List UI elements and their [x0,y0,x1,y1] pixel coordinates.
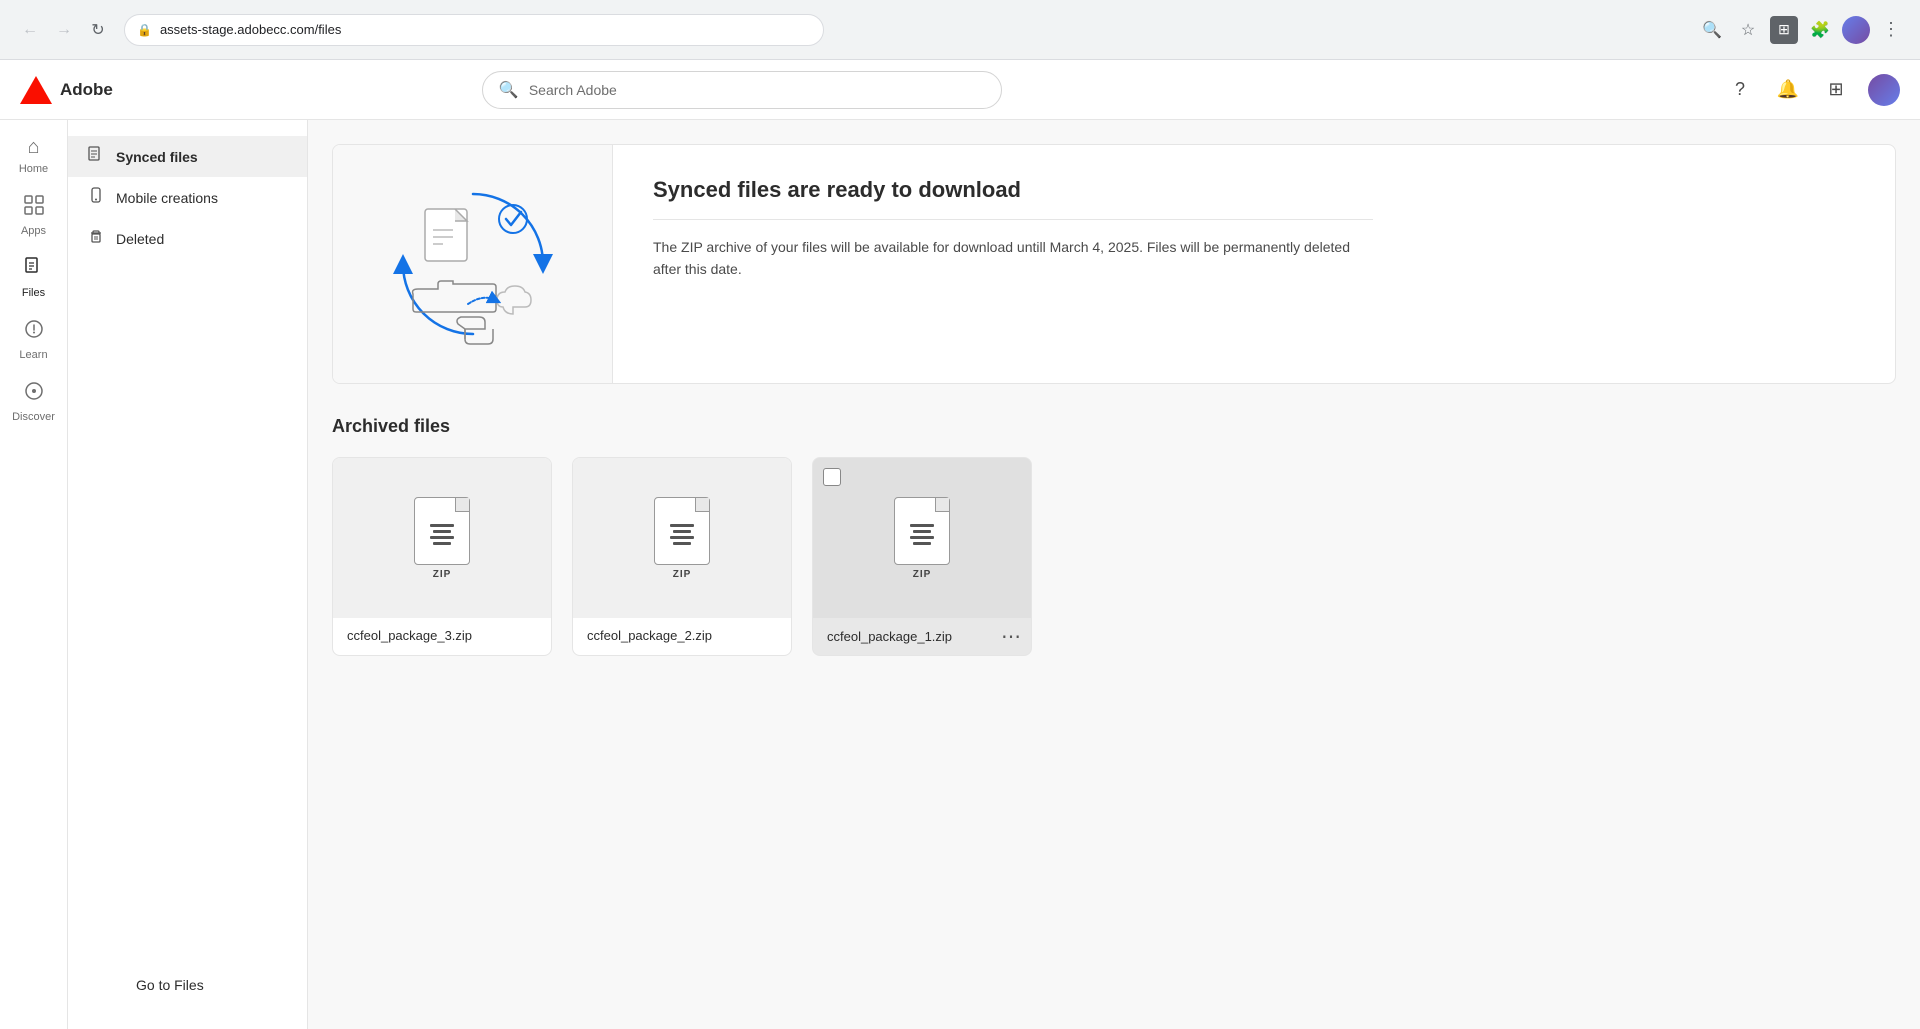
mobile-creations-icon [88,187,104,208]
archived-title: Archived files [332,416,1896,437]
browser-actions: 🔍 ☆ ⊞ 🧩 ⋮ [1698,15,1904,44]
sidebar-item-files[interactable]: Files [4,249,64,307]
nav-item-mobile-creations[interactable]: Mobile creations [68,177,307,218]
archive-name-pkg2: ccfeol_package_2.zip [573,618,791,653]
learn-icon [24,319,44,345]
synced-banner-description: The ZIP archive of your files will be av… [653,236,1373,281]
browser-user-avatar[interactable] [1842,16,1870,44]
adobe-wordmark: Adobe [60,80,113,100]
address-bar[interactable]: 🔒 assets-stage.adobecc.com/files [124,14,824,46]
sidebar-label-apps: Apps [21,225,46,237]
browser-menu-button[interactable]: ⋮ [1878,15,1904,44]
archived-section: Archived files [332,416,1896,656]
search-icon: 🔍 [499,80,519,100]
nav-item-deleted[interactable]: Deleted [68,218,307,259]
archive-card-pkg2[interactable]: ZIP ccfeol_package_2.zip [572,457,792,656]
sidebar-item-home[interactable]: ⌂ Home [4,128,64,183]
sync-illustration-svg [373,164,573,364]
synced-banner-illustration [333,145,613,383]
zip-label-pkg3: ZIP [433,569,452,580]
browser-extensions-button[interactable]: 🧩 [1806,16,1834,44]
synced-files-icon [88,146,104,167]
synced-banner-divider [653,219,1373,220]
browser-extensions-icon[interactable]: ⊞ [1770,16,1798,44]
browser-nav-buttons: ← → ↻ [16,16,112,44]
archive-name-pkg1: ccfeol_package_1.zip [813,619,991,654]
sidebar-label-home: Home [19,163,48,175]
browser-search-button[interactable]: 🔍 [1698,16,1726,44]
adobe-logo-area[interactable]: Adobe [20,76,113,104]
nav-panel: Synced files Mobile creations [68,120,308,1029]
zip-icon-pkg3: ZIP [407,497,477,580]
sidebar-label-learn: Learn [19,349,47,361]
nav-label-synced-files: Synced files [116,149,198,165]
archive-card-pkg3[interactable]: ZIP ccfeol_package_3.zip [332,457,552,656]
adobe-header: Adobe 🔍 Search Adobe ? 🔔 ⊞ [0,60,1920,120]
zip-label-pkg1: ZIP [913,569,932,580]
sidebar-item-learn[interactable]: Learn [4,311,64,369]
browser-forward-button[interactable]: → [50,16,78,44]
synced-banner-title: Synced files are ready to download [653,177,1373,203]
archive-name-pkg3: ccfeol_package_3.zip [333,618,551,653]
apps-grid-button[interactable]: ⊞ [1820,74,1852,106]
archive-thumb-pkg1: ZIP [813,458,1031,618]
content-area: Synced files are ready to download The Z… [308,120,1920,1029]
zip-label-pkg2: ZIP [673,569,692,580]
help-button[interactable]: ? [1724,74,1756,106]
adobe-logo-icon [20,76,52,104]
zip-icon-pkg1: ZIP [887,497,957,580]
go-to-files-link[interactable]: Go to Files [136,977,204,993]
archive-checkbox-pkg1[interactable] [823,468,841,486]
browser-back-button[interactable]: ← [16,16,44,44]
lock-icon: 🔒 [137,23,152,37]
url-text: assets-stage.adobecc.com/files [160,22,811,37]
browser-reload-button[interactable]: ↻ [84,16,112,44]
nav-label-mobile-creations: Mobile creations [116,190,218,206]
apps-icon [24,195,44,221]
sidebar-item-discover[interactable]: Discover [4,373,64,431]
notifications-button[interactable]: 🔔 [1772,74,1804,106]
search-placeholder: Search Adobe [529,82,985,98]
archive-card-pkg1[interactable]: ZIP ccfeol_package_1.zip ⋯ [812,457,1032,656]
synced-banner-content: Synced files are ready to download The Z… [613,145,1413,383]
archive-more-menu-pkg1[interactable]: ⋯ [991,618,1031,655]
sidebar-label-files: Files [22,287,45,299]
sidebar-label-discover: Discover [12,411,55,423]
archived-grid: ZIP ccfeol_package_3.zip [332,457,1896,656]
files-icon [24,257,44,283]
zip-icon-pkg2: ZIP [647,497,717,580]
main-layout: ⌂ Home Apps [0,120,1920,1029]
sidebar: ⌂ Home Apps [0,120,68,1029]
nav-label-deleted: Deleted [116,231,164,247]
search-bar[interactable]: 🔍 Search Adobe [482,71,1002,109]
deleted-icon [88,228,104,249]
home-icon: ⌂ [27,136,39,159]
archive-thumb-pkg2: ZIP [573,458,791,618]
browser-bookmark-button[interactable]: ☆ [1734,16,1762,44]
browser-chrome: ← → ↻ 🔒 assets-stage.adobecc.com/files 🔍… [0,0,1920,60]
nav-item-synced-files[interactable]: Synced files [68,136,307,177]
user-avatar[interactable] [1868,74,1900,106]
discover-icon [24,381,44,407]
archive-thumb-pkg3: ZIP [333,458,551,618]
synced-banner: Synced files are ready to download The Z… [332,144,1896,384]
sidebar-item-apps[interactable]: Apps [4,187,64,245]
header-right: ? 🔔 ⊞ [1724,74,1900,106]
